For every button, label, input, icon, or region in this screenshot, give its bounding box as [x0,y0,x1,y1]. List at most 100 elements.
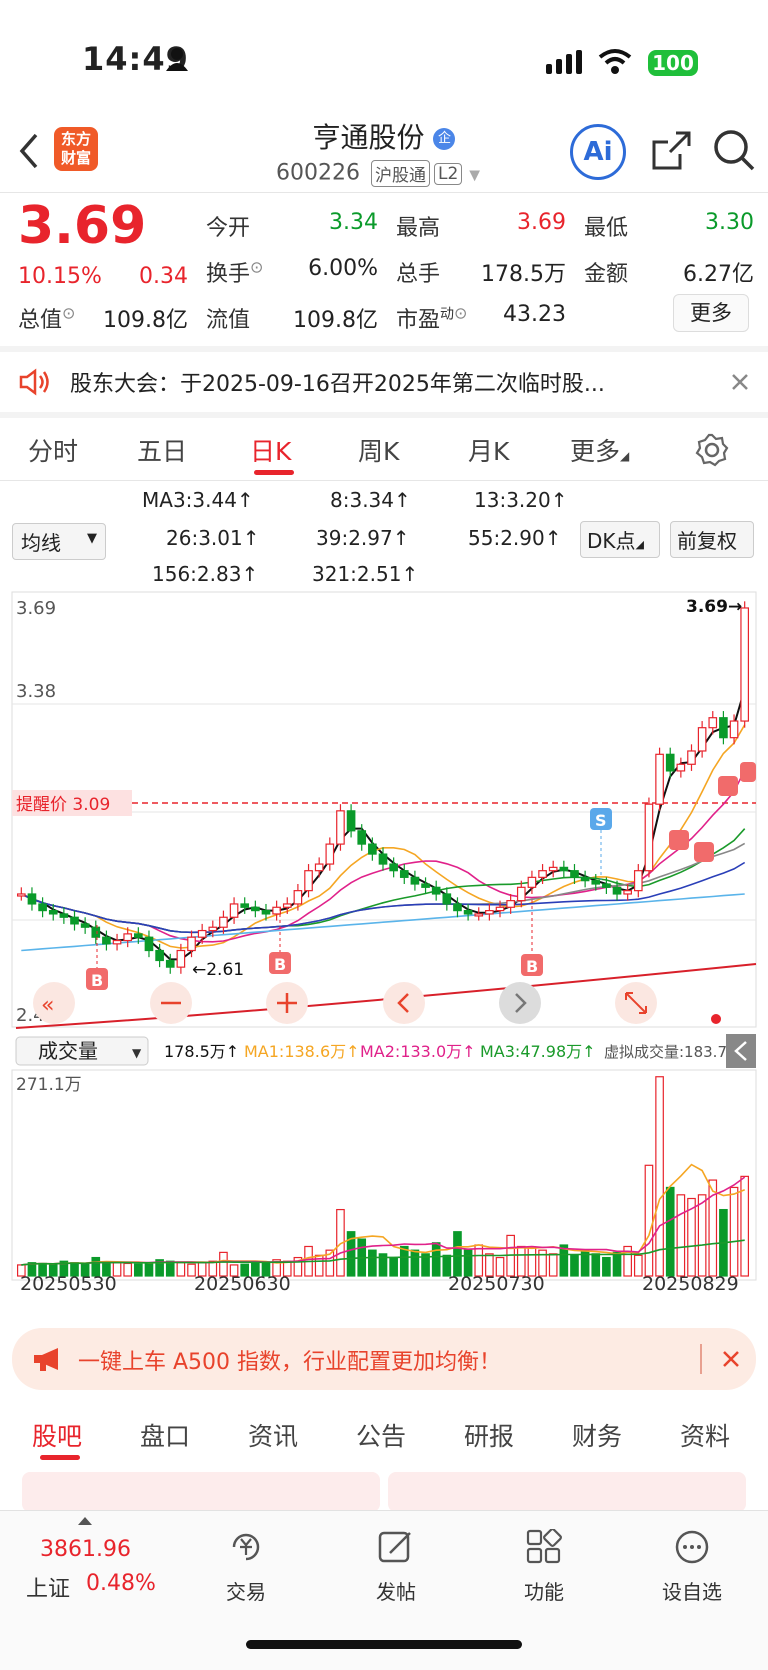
volume-bar[interactable] [389,1256,398,1277]
volume-bar[interactable] [165,1260,175,1277]
buy-mark[interactable] [694,842,714,862]
buy-mark[interactable] [740,762,756,782]
volume-bar[interactable] [453,1231,462,1277]
candle[interactable] [314,863,324,872]
candle[interactable] [16,893,26,897]
tab-guba[interactable]: 股吧 [32,1417,82,1453]
candle[interactable] [612,886,622,895]
tab-five-day[interactable]: 五日 [137,432,187,468]
candle[interactable] [410,876,420,885]
volume-bar[interactable] [697,1194,707,1277]
candle[interactable] [304,870,313,892]
candle[interactable] [676,763,686,772]
turnover-label[interactable]: 换手⊙ [206,256,263,288]
settings-gear-icon[interactable] [694,432,730,468]
close-icon[interactable] [722,1350,740,1368]
tab-research[interactable]: 研报 [464,1417,514,1453]
candle[interactable] [282,903,292,908]
candle[interactable] [368,843,377,855]
volume-bar[interactable] [633,1254,643,1277]
volume-bar[interactable] [612,1251,622,1277]
candle[interactable] [421,883,430,888]
volume-bar[interactable] [516,1245,526,1277]
candle[interactable] [442,893,452,905]
tab-news[interactable]: 资讯 [248,1417,298,1453]
candle[interactable] [251,906,260,912]
candle[interactable] [644,803,654,872]
candle[interactable] [102,936,111,945]
tab-monthly-k[interactable]: 月K [468,432,509,468]
volume-bar[interactable] [176,1262,186,1277]
volume-bar[interactable] [399,1245,409,1277]
tab-daily-k[interactable]: 日K [250,432,291,468]
candle[interactable] [687,750,696,765]
candle[interactable] [176,949,186,968]
candle[interactable] [123,933,133,942]
promo-banner[interactable]: 一键上车 A500 指数，行业配置更加均衡！ [12,1328,756,1390]
candle[interactable] [155,949,164,962]
candle[interactable] [70,916,79,925]
candle[interactable] [208,926,218,932]
candle[interactable] [27,893,37,905]
candle[interactable] [112,939,122,945]
volume-bar[interactable] [591,1253,601,1277]
candle[interactable] [591,880,601,885]
volume-bar[interactable] [655,1076,664,1277]
candle[interactable] [346,810,356,832]
adjust-toggle[interactable]: 前复权 [670,521,754,558]
tab-announcements[interactable]: 公告 [356,1417,406,1453]
nav-trade[interactable]: 交易 [196,1529,296,1605]
candle[interactable] [719,717,728,739]
candle[interactable] [538,870,547,878]
candle[interactable] [665,753,675,772]
candle[interactable] [325,843,335,865]
candle[interactable] [293,890,303,905]
index-value[interactable]: 3861.96 [40,1537,131,1562]
pe-label[interactable]: 市盈动⊙ [396,302,467,334]
candle[interactable] [729,720,739,739]
candle[interactable] [399,870,409,878]
tab-pankou[interactable]: 盘口 [140,1417,190,1453]
notice-bar[interactable]: 股东大会：于2025-09-16召开2025年第二次临时股... [0,350,768,412]
ai-button[interactable]: Ai [570,124,626,180]
candle[interactable] [389,863,398,872]
kline-chart[interactable]: 3.69 3.38 2.43 提醒价 3.09 3.69→ ←2.61 B B … [0,590,768,1330]
volume-bar[interactable] [474,1244,484,1277]
candle[interactable] [165,959,175,968]
indicator-select[interactable]: 均线 ▼ [12,523,106,560]
tab-profile[interactable]: 资料 [680,1417,730,1453]
dropdown-caret-icon[interactable]: ▼ [469,168,480,184]
scroll-right-button[interactable] [499,982,541,1024]
scroll-left-button[interactable] [383,982,425,1024]
volume-bar[interactable] [548,1253,558,1277]
mktcap-label[interactable]: 总值⊙ [18,302,75,334]
candle[interactable] [431,886,441,895]
hot-list-card[interactable] [22,1472,380,1512]
candle[interactable] [623,890,632,895]
close-icon[interactable] [730,372,750,392]
candle[interactable] [463,910,473,915]
volume-bar[interactable] [134,1263,143,1277]
candle[interactable] [697,727,707,752]
tab-finance[interactable]: 财务 [572,1417,622,1453]
candle[interactable] [506,900,515,908]
more-quote-button[interactable]: 更多 [673,294,749,332]
volume-bar[interactable] [431,1242,441,1277]
candle[interactable] [474,913,484,917]
candle[interactable] [197,929,207,938]
candle[interactable] [261,910,271,915]
candle[interactable] [602,883,611,888]
tab-more[interactable]: 更多◢ [570,432,629,468]
volume-bar[interactable] [368,1249,377,1277]
volume-bar[interactable] [527,1247,537,1277]
buy-mark[interactable] [669,830,689,850]
candle[interactable] [655,753,664,805]
volume-bar[interactable] [729,1186,739,1277]
tab-intraday[interactable]: 分时 [28,432,78,468]
nav-watchlist[interactable]: 设自选 [642,1529,742,1605]
candle[interactable] [708,717,718,729]
tab-weekly-k[interactable]: 周K [358,432,399,468]
search-icon[interactable] [712,128,756,172]
share-icon[interactable] [650,130,692,172]
bull-bear-card[interactable] [388,1472,746,1512]
